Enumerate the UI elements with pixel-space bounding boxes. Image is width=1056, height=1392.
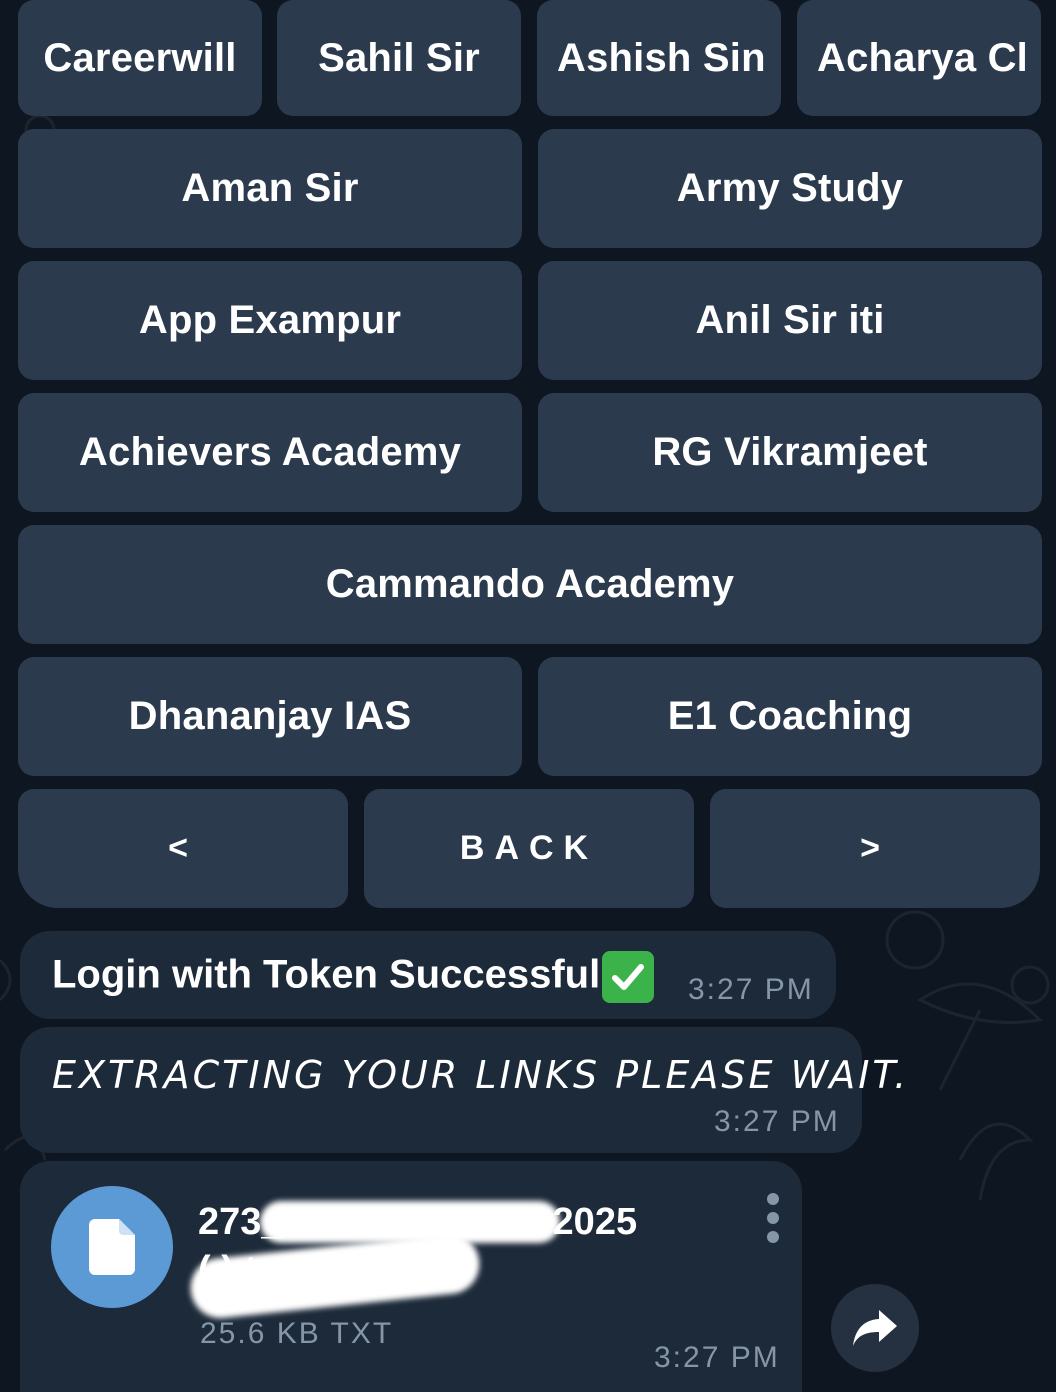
- keyboard-button-e1-coaching[interactable]: E1 Coaching: [538, 657, 1042, 776]
- message-time: 3:27 PM: [688, 973, 814, 1006]
- keyboard-button-cammando-academy[interactable]: Cammando Academy: [18, 525, 1042, 644]
- keyboard-button-label: Ashish Sin: [557, 35, 766, 80]
- keyboard-button-acharya[interactable]: Acharya Cl: [797, 0, 1041, 116]
- keyboard-button-label: <: [168, 829, 198, 867]
- keyboard-button-label: Aman Sir: [181, 166, 359, 210]
- keyboard-button-label: Sahil Sir: [318, 35, 480, 80]
- keyboard-button-label: Anil Sir iti: [695, 298, 885, 342]
- keyboard-button-achievers-academy[interactable]: Achievers Academy: [18, 393, 522, 512]
- keyboard-button-army-study[interactable]: Army Study: [538, 129, 1042, 248]
- forward-button[interactable]: [831, 1284, 919, 1372]
- share-arrow-icon: [853, 1310, 897, 1346]
- keyboard-button-ashish-sir[interactable]: Ashish Sin: [537, 0, 781, 116]
- message-time: 3:27 PM: [714, 1105, 840, 1138]
- more-options-icon[interactable]: [767, 1193, 781, 1243]
- message-bubble-login: Login with Token Successful 3:27 PM: [20, 931, 836, 1019]
- message-text: Login with Token Successful: [52, 951, 655, 1003]
- keyboard-button-label: Cammando Academy: [325, 562, 735, 606]
- keyboard-button-label: BACK: [459, 829, 599, 867]
- keyboard-button-label: >: [860, 829, 890, 867]
- file-size: 25.6 KB TXT: [200, 1317, 394, 1350]
- keyboard-button-careerwill[interactable]: Careerwill: [18, 0, 262, 116]
- keyboard-button-previous[interactable]: <: [18, 789, 348, 908]
- check-mark-icon: [602, 951, 655, 1003]
- redaction-scribble: [260, 1201, 560, 1243]
- keyboard-button-label: Careerwill: [43, 35, 237, 80]
- keyboard-button-aman-sir[interactable]: Aman Sir: [18, 129, 522, 248]
- message-time: 3:27 PM: [654, 1341, 780, 1374]
- keyboard-button-back[interactable]: BACK: [364, 789, 694, 908]
- keyboard-button-label: RG Vikramjeet: [652, 430, 928, 474]
- keyboard-button-anil-sir-iti[interactable]: Anil Sir iti: [538, 261, 1042, 380]
- keyboard-button-label: E1 Coaching: [667, 694, 913, 738]
- message-bubble-extracting: EXTRACTING YOUR LINKS PLEASE WAIT. 3:27 …: [20, 1027, 906, 1153]
- redaction-scribble: [187, 1231, 483, 1321]
- keyboard-button-rg-vikramjeet[interactable]: RG Vikramjeet: [538, 393, 1042, 512]
- keyboard-button-next[interactable]: >: [710, 789, 1040, 908]
- keyboard-button-label: Acharya Cl: [817, 35, 1028, 80]
- message-text-content: Login with Token Successful: [52, 952, 601, 997]
- file-message-bubble[interactable]: 273_2025 ( ).txt 25.6 KB TXT 3:27 PM: [20, 1161, 802, 1392]
- keyboard-button-dhananjay-ias[interactable]: Dhananjay IAS: [18, 657, 522, 776]
- message-text: EXTRACTING YOUR LINKS PLEASE WAIT.: [52, 1053, 910, 1097]
- document-icon: [89, 1219, 135, 1275]
- keyboard-button-sahil-sir[interactable]: Sahil Sir: [277, 0, 521, 116]
- file-download-button[interactable]: [51, 1186, 173, 1308]
- keyboard-button-label: App Exampur: [138, 298, 402, 342]
- keyboard-button-app-exampur[interactable]: App Exampur: [18, 261, 522, 380]
- keyboard-button-label: Achievers Academy: [78, 430, 462, 474]
- file-name-end: 2025: [552, 1201, 638, 1243]
- keyboard-button-label: Dhananjay IAS: [128, 694, 412, 738]
- keyboard-button-label: Army Study: [676, 166, 904, 210]
